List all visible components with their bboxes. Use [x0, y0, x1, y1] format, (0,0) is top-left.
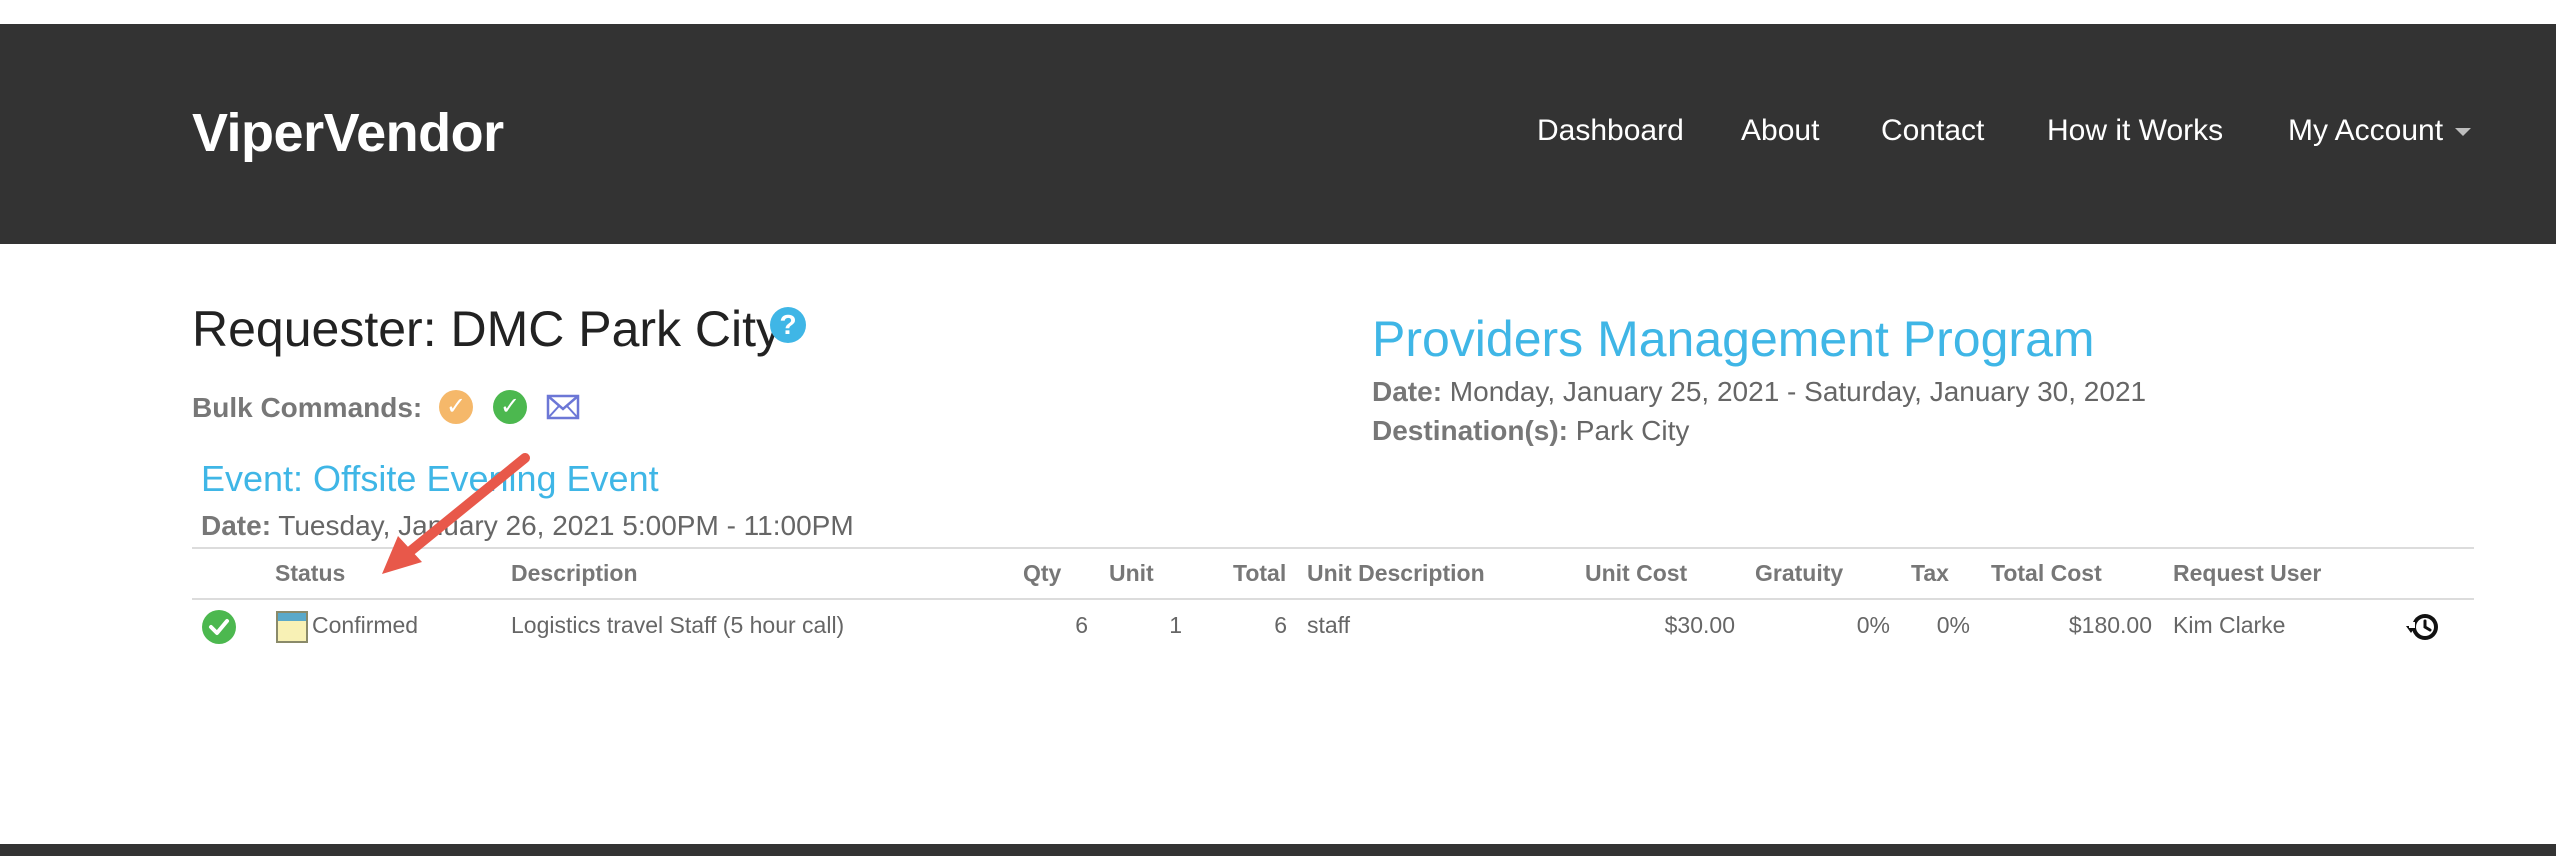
col-header-unit[interactable]: Unit — [1109, 560, 1154, 587]
program-destination-value: Park City — [1568, 415, 1690, 446]
program-date-label: Date: — [1372, 376, 1443, 407]
program-title[interactable]: Providers Management Program — [1372, 310, 2095, 368]
event-date-value: Tuesday, January 26, 2021 5:00PM - 11:00… — [271, 510, 854, 541]
nav-how-it-works[interactable]: How it Works — [2047, 114, 2223, 148]
cell-total: 6 — [1274, 612, 1287, 638]
col-header-total-cost[interactable]: Total Cost — [1991, 560, 2102, 587]
col-header-description[interactable]: Description — [511, 560, 638, 587]
top-strip — [0, 0, 2556, 24]
program-date: Date: Monday, January 25, 2021 - Saturda… — [1372, 376, 2146, 408]
cell-unit: 1 — [1169, 612, 1182, 638]
col-header-tax[interactable]: Tax — [1911, 560, 1949, 587]
table-divider-header — [192, 598, 2474, 600]
cell-status: Confirmed — [312, 612, 419, 638]
program-date-value: Monday, January 25, 2021 - Saturday, Jan… — [1442, 376, 2147, 407]
col-header-request-user[interactable]: Request User — [2173, 560, 2321, 587]
history-icon[interactable] — [2404, 608, 2442, 646]
check-circle-orange-icon[interactable]: ✓ — [439, 390, 473, 424]
col-header-status[interactable]: Status — [275, 560, 345, 587]
cell-tax: 0% — [1936, 612, 1970, 638]
check-circle-green-icon[interactable]: ✓ — [493, 390, 527, 424]
navbar: ViperVendor Dashboard About Contact How … — [0, 24, 2556, 244]
nav-contact[interactable]: Contact — [1881, 114, 1984, 148]
note-icon[interactable] — [276, 611, 308, 643]
nav-my-account-label: My Account — [2288, 114, 2444, 147]
cell-qty: 6 — [1075, 612, 1088, 638]
footer-strip — [0, 844, 2556, 856]
event-date: Date: Tuesday, January 26, 2021 5:00PM -… — [201, 510, 854, 542]
check-circle-green-icon[interactable] — [202, 610, 236, 644]
col-header-gratuity[interactable]: Gratuity — [1755, 560, 1843, 587]
col-header-qty[interactable]: Qty — [1023, 560, 1061, 587]
col-header-unit-cost[interactable]: Unit Cost — [1585, 560, 1687, 587]
event-date-label: Date: — [201, 510, 272, 541]
table-divider-top — [192, 547, 2474, 549]
program-destination: Destination(s): Park City — [1372, 415, 1689, 447]
caret-down-icon — [2455, 128, 2472, 137]
cell-description: Logistics travel Staff (5 hour call) — [511, 612, 845, 638]
event-title[interactable]: Event: Offsite Evening Event — [201, 458, 659, 500]
nav-my-account[interactable]: My Account — [2288, 114, 2472, 148]
col-header-total[interactable]: Total — [1233, 560, 1286, 587]
cell-total-cost: $180.00 — [2068, 612, 2152, 638]
requester-heading: Requester: DMC Park City — [192, 301, 782, 357]
nav-dashboard[interactable]: Dashboard — [1537, 114, 1684, 148]
bulk-commands-label: Bulk Commands: — [192, 392, 423, 423]
cell-unit-cost: $30.00 — [1664, 612, 1735, 638]
brand-logo[interactable]: ViperVendor — [192, 102, 504, 164]
cell-request-user: Kim Clarke — [2173, 612, 2286, 638]
cell-unit-description: staff — [1307, 612, 1351, 638]
question-icon[interactable]: ? — [770, 307, 806, 343]
cell-gratuity: 0% — [1856, 612, 1890, 638]
program-destination-label: Destination(s): — [1372, 415, 1568, 446]
nav-about[interactable]: About — [1741, 114, 1819, 148]
envelope-icon[interactable] — [546, 392, 580, 422]
col-header-unit-description[interactable]: Unit Description — [1307, 560, 1485, 587]
